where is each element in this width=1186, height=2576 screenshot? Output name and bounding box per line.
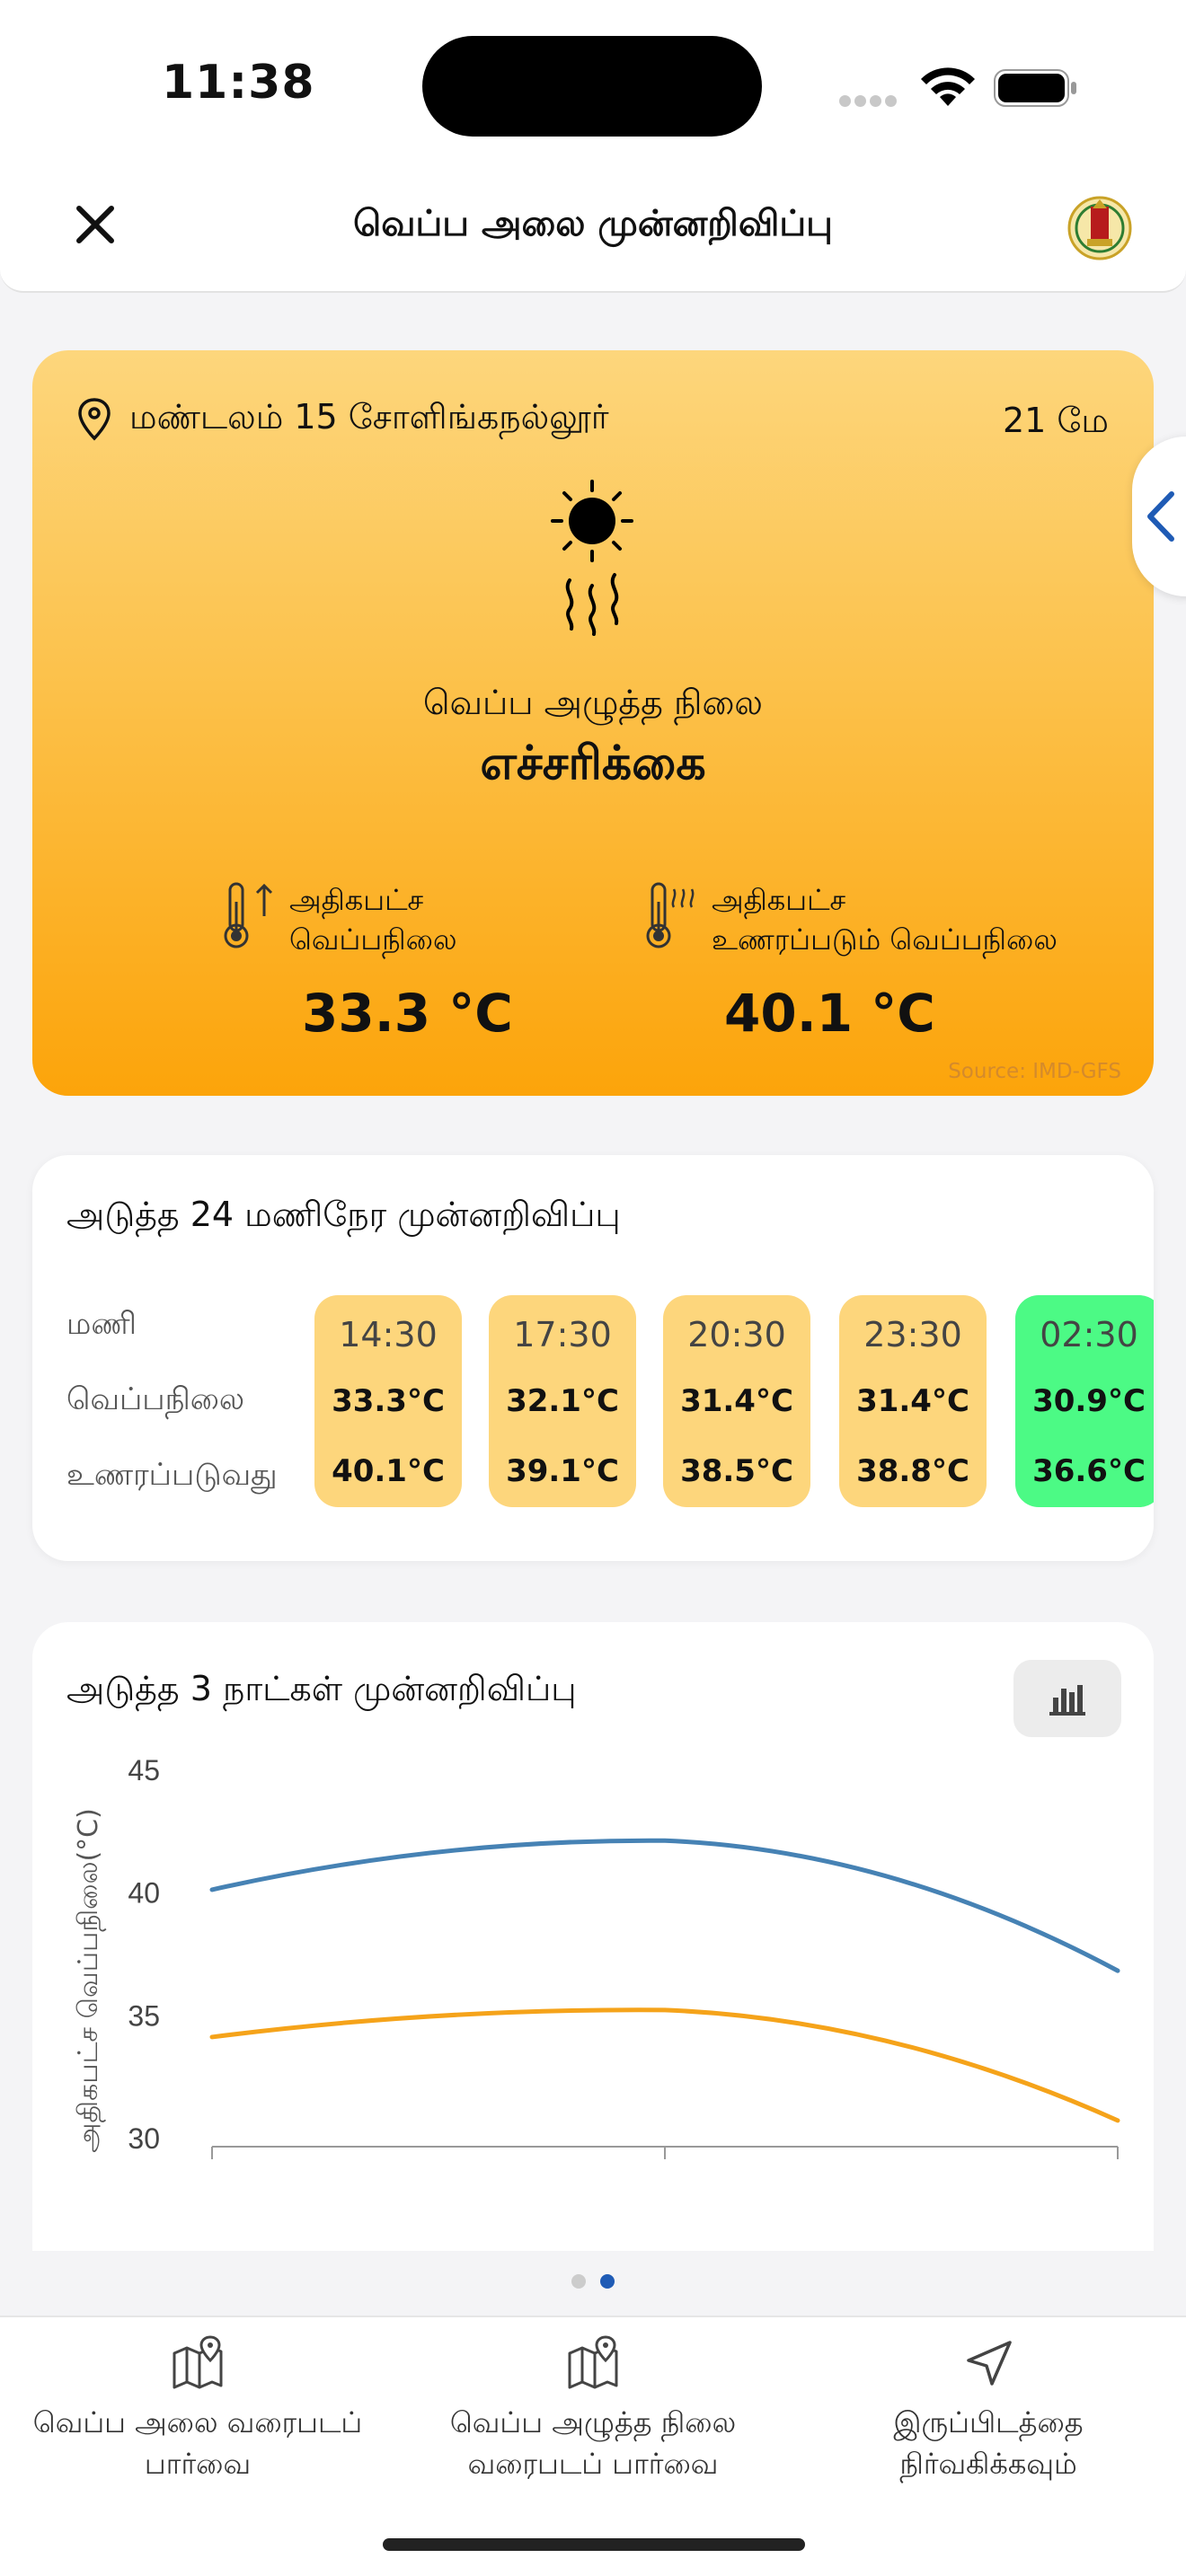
nav-manage-location[interactable]: இருப்பிடத்தை நிர்வகிக்கவும் — [791, 2335, 1186, 2484]
location-name: மண்டலம் 15 சோளிங்கநல்லூர் — [129, 397, 609, 437]
bottom-navigation: வெப்ப அலை வரைபடப் பார்வை வெப்ப அழுத்த நி… — [0, 2316, 1186, 2576]
heat-stress-level: எச்சரிக்கை — [480, 737, 706, 790]
dynamic-island — [422, 36, 762, 137]
data-source: Source: IMD-GFS — [948, 1060, 1121, 1083]
cellular-signal-icon — [839, 93, 900, 107]
feels-like-value: 40.1 °C — [724, 983, 935, 1044]
battery-icon — [994, 69, 1076, 107]
location-row: மண்டலம் 15 சோளிங்கநல்லூர் — [77, 397, 609, 442]
daily-max-temperature-chart: 30 35 40 45 அதிகபட்ச வெப்பநிலை(°C) — [73, 1754, 1120, 2159]
wifi-icon — [921, 67, 975, 106]
daily-forecast-title: அடுத்த 3 நாட்கள் முன்னறிவிப்பு — [66, 1669, 577, 1708]
y-tick-label: 45 — [128, 1754, 160, 1786]
nav-heatwave-map[interactable]: வெப்ப அலை வரைபடப் பார்வை — [0, 2335, 395, 2484]
heat-summary-card: மண்டலம் 15 சோளிங்கநல்லூர் 21 மே வெப்ப அழ… — [32, 350, 1154, 1096]
series-line-1 — [209, 2007, 1120, 2123]
page-dot-active[interactable] — [600, 2274, 615, 2289]
hour-column[interactable]: 23:30 31.4°C 38.8°C — [839, 1295, 987, 1507]
page-title: வெப்ப அலை முன்னறிவிப்பு — [353, 203, 833, 244]
feels-like-label: அதிகபட்ச உணரப்படும் வெப்பநிலை — [712, 883, 1058, 957]
hour-column[interactable]: 17:30 32.1°C 39.1°C — [489, 1295, 636, 1507]
page-indicator — [0, 2274, 1186, 2292]
y-tick-label: 35 — [128, 1999, 160, 2032]
forecast-date: 21 மே — [1003, 401, 1109, 440]
chevron-left-icon — [1147, 491, 1174, 542]
y-axis-label: அதிகபட்ச வெப்பநிலை(°C) — [73, 1808, 106, 2153]
row-label-temperature: வெப்பநிலை — [66, 1381, 245, 1417]
y-tick-label: 40 — [128, 1877, 160, 1910]
row-label-hour: மணி — [66, 1306, 137, 1342]
map-pin-icon — [568, 2335, 618, 2389]
nav-label: இருப்பிடத்தை நிர்வகிக்கவும் — [893, 2405, 1084, 2481]
location-pin-icon — [78, 398, 111, 441]
heat-sun-icon — [551, 480, 633, 636]
government-emblem-logo — [1067, 196, 1132, 260]
thermometer-heat-icon — [646, 882, 695, 948]
hour-column[interactable]: 02:30 30.9°C 36.6°C — [1015, 1295, 1154, 1507]
home-indicator — [383, 2538, 805, 2551]
daily-forecast-card: அடுத்த 3 நாட்கள் முன்னறிவிப்பு 30 35 40 45 அ… — [32, 1622, 1154, 2251]
heat-stress-label: வெப்ப அழுத்த நிலை — [423, 683, 763, 722]
status-bar: 11:38 — [0, 0, 1186, 171]
y-tick-label: 30 — [128, 2122, 160, 2155]
thermometer-up-icon — [224, 882, 273, 948]
app-header: வெப்ப அலை முன்னறிவிப்பு — [0, 171, 1186, 293]
hour-column[interactable]: 14:30 33.3°C 40.1°C — [314, 1295, 462, 1507]
hour-column[interactable]: 20:30 31.4°C 38.5°C — [663, 1295, 810, 1507]
hourly-forecast-title: அடுத்த 24 மணிநேர முன்னறிவிப்பு — [66, 1195, 621, 1234]
map-pin-icon — [173, 2335, 223, 2389]
status-time: 11:38 — [162, 56, 315, 110]
series-line-0 — [209, 1838, 1120, 1973]
max-temperature-label: அதிகபட்ச வெப்பநிலை — [289, 883, 457, 957]
navigation-arrow-icon — [967, 2341, 1012, 2386]
max-temperature-value: 33.3 °C — [302, 983, 513, 1044]
nav-label: வெப்ப அலை வரைபடப் பார்வை — [32, 2405, 363, 2481]
hourly-forecast-card: அடுத்த 24 மணிநேர முன்னறிவிப்பு மணி வெப்ப… — [32, 1155, 1154, 1561]
row-label-feels-like: உணரப்படுவது — [66, 1457, 278, 1493]
page-dot[interactable] — [571, 2274, 586, 2289]
chart-view-toggle[interactable] — [1013, 1660, 1121, 1737]
nav-heat-stress-map[interactable]: வெப்ப அழுத்த நிலை வரைபடப் பார்வை — [395, 2335, 791, 2484]
nav-label: வெப்ப அழுத்த நிலை வரைபடப் பார்வை — [449, 2405, 737, 2481]
bar-chart-icon — [1049, 1685, 1085, 1716]
